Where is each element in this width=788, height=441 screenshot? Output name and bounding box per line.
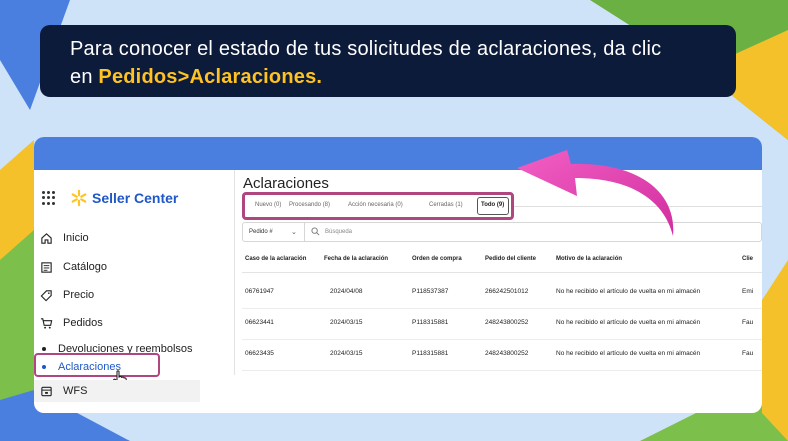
table-cell: No he recibido el artículo de vuelta en … <box>556 288 701 295</box>
column-header[interactable]: Orden de compra <box>412 256 462 262</box>
banner-line-2: en Pedidos>Aclaraciones. <box>70 63 736 91</box>
tab-procesando[interactable]: Procesando (8) <box>289 202 330 208</box>
cart-icon <box>40 317 53 329</box>
header-divider <box>242 272 762 273</box>
table-cell: P118315881 <box>412 319 449 326</box>
table-cell: 2024/03/15 <box>330 350 363 357</box>
tab-nuevo[interactable]: Nuevo (0) <box>255 202 281 208</box>
column-header[interactable]: Fecha de la aclaración <box>324 256 388 262</box>
table-cell[interactable]: 06623435 <box>245 350 274 357</box>
banner-prefix: en <box>70 66 99 88</box>
sidebar-item-pedidos[interactable]: Pedidos <box>40 312 103 334</box>
sidebar-item-inicio[interactable]: Inicio <box>40 227 89 249</box>
chevron-down-icon: ⌄ <box>291 229 297 236</box>
bullet-dot <box>42 347 46 351</box>
instruction-banner: Para conocer el estado de tus solicitude… <box>40 25 736 97</box>
row-divider <box>242 370 762 371</box>
table-cell: 248243800252 <box>485 350 529 357</box>
home-icon <box>41 232 52 244</box>
sidebar-item-label: WFS <box>63 385 88 397</box>
tab-cerradas[interactable]: Cerradas (1) <box>429 202 463 208</box>
table-cell: P118537387 <box>412 288 449 295</box>
wfs-item: WFS <box>40 380 87 402</box>
sidebar-item-label: Catálogo <box>63 261 108 273</box>
table-cell: Fau <box>742 350 754 357</box>
tab-todo[interactable]: Todo (9) <box>481 202 504 208</box>
sidebar-item-wfs[interactable]: WFS <box>34 380 200 402</box>
table-cell: 248243800252 <box>485 319 529 326</box>
table-cell: 266242501012 <box>485 288 529 295</box>
search-input[interactable]: Búsqueda <box>325 229 352 235</box>
table-cell: No he recibido el artículo de vuelta en … <box>556 350 701 357</box>
pink-arrow-icon <box>517 150 674 236</box>
walmart-spark-icon <box>71 189 87 207</box>
price-tag-icon <box>40 289 52 301</box>
aclaraciones-callout-box <box>34 353 160 377</box>
table-cell: Fau <box>742 319 754 326</box>
sidebar-divider <box>234 170 235 375</box>
wfs-icon <box>41 386 52 396</box>
page-title: Aclaraciones <box>243 175 329 192</box>
column-header[interactable]: Motivo de la aclaración <box>556 256 622 262</box>
filter-select-value: Pedido # <box>249 229 273 235</box>
sidebar-item-catalogo[interactable]: Catálogo <box>40 256 107 278</box>
brand: Seller Center <box>42 188 178 208</box>
column-header[interactable]: Clie <box>742 256 753 262</box>
sidebar-item-label: Precio <box>63 289 95 301</box>
table-cell: No he recibido el artículo de vuelta en … <box>556 319 701 326</box>
table-cell: P118315881 <box>412 350 449 357</box>
table-cell: Emi <box>742 288 754 295</box>
tab-accion-necesaria[interactable]: Acción necesaria (0) <box>348 202 403 208</box>
sidebar-item-label: Pedidos <box>63 317 103 329</box>
table-cell: 2024/04/08 <box>330 288 363 295</box>
column-header[interactable]: Caso de la aclaración <box>245 256 306 262</box>
row-divider <box>242 308 762 309</box>
row-divider <box>242 339 762 340</box>
app-grid-icon[interactable] <box>42 191 56 205</box>
sidebar-item-precio[interactable]: Precio <box>40 284 94 306</box>
banner-line-1: Para conocer el estado de tus solicitude… <box>70 38 662 60</box>
brand-name: Seller Center <box>92 190 179 206</box>
table-cell: 2024/03/15 <box>330 319 363 326</box>
sidebar-item-label: Inicio <box>63 232 89 244</box>
catalog-icon <box>41 261 52 273</box>
banner-highlight: Pedidos>Aclaraciones. <box>98 66 323 88</box>
search-icon <box>311 227 320 236</box>
table-cell[interactable]: 06623441 <box>245 319 274 326</box>
table-cell[interactable]: 06761947 <box>245 288 274 295</box>
column-header[interactable]: Pedido del cliente <box>485 256 536 262</box>
